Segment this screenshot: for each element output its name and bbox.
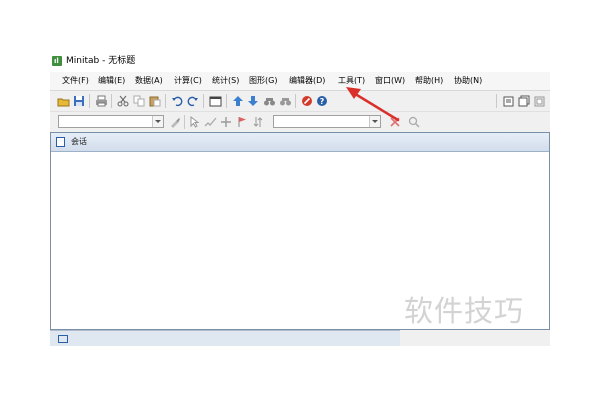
watermark: 软件技巧 xyxy=(404,294,525,328)
annotation-arrow xyxy=(346,87,400,122)
